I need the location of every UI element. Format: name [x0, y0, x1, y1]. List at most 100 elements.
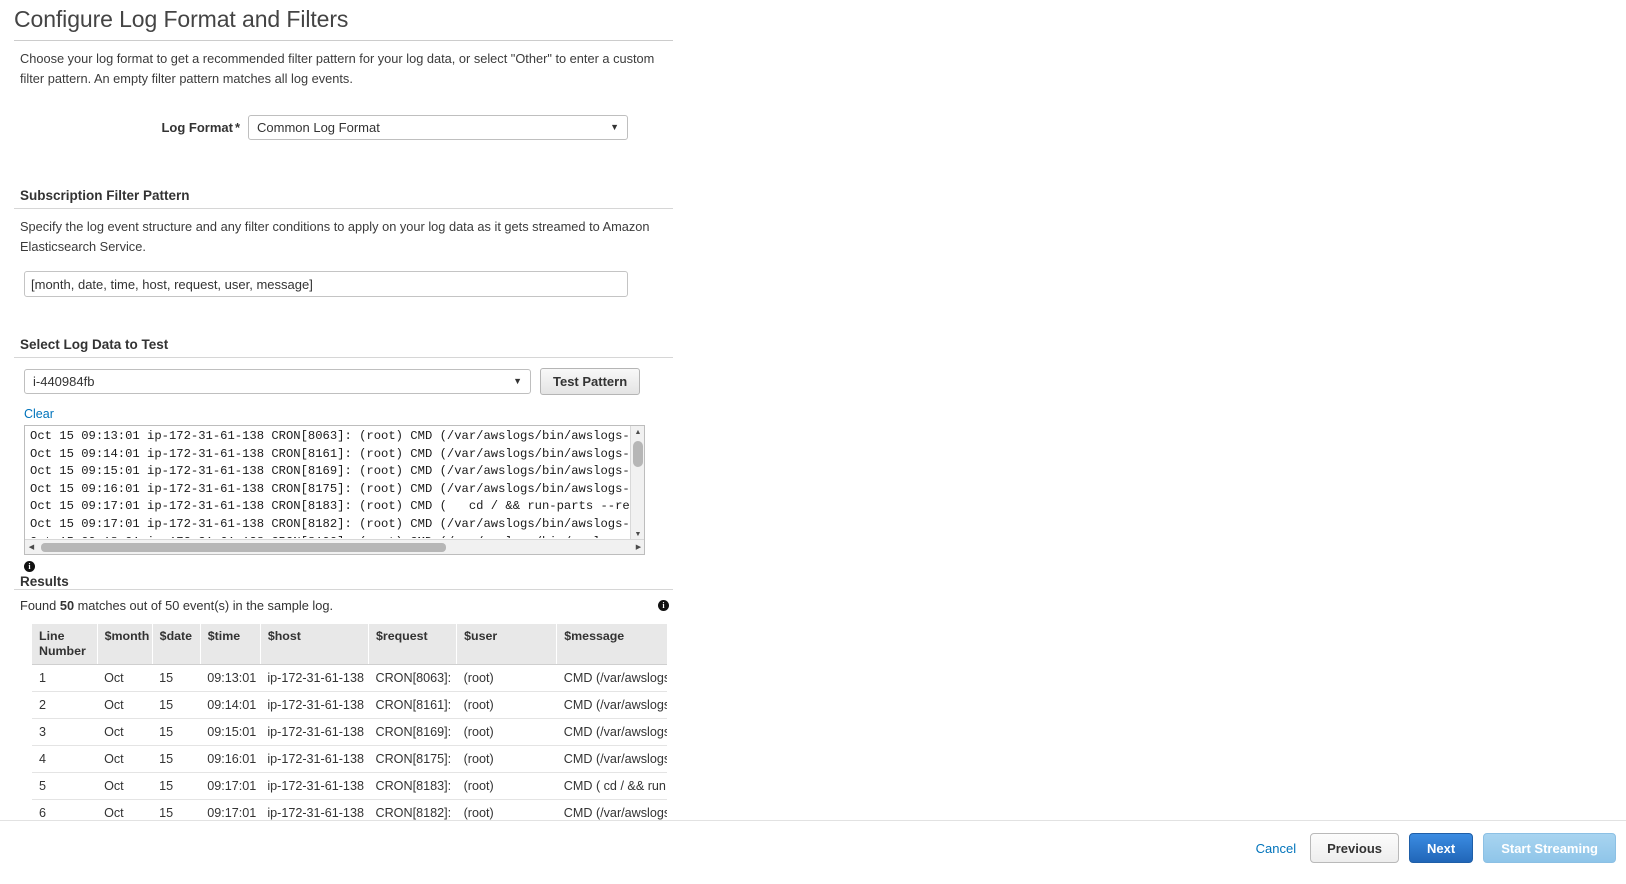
- found-prefix: Found: [20, 598, 60, 613]
- results-table: Line Number $month $date $time $host $re…: [32, 624, 667, 851]
- cell-message: CMD (/var/awslogs: [556, 718, 667, 746]
- column-header-host[interactable]: $host: [260, 624, 369, 665]
- horizontal-scroll-thumb[interactable]: [41, 543, 446, 552]
- log-format-label: Log Format *: [20, 120, 248, 135]
- cell-line: 3: [32, 718, 98, 746]
- cell-host: ip-172-31-61-138: [260, 691, 369, 719]
- results-table-container: Line Number $month $date $time $host $re…: [10, 613, 680, 851]
- vertical-scroll-thumb[interactable]: [633, 441, 643, 467]
- filter-pattern-input[interactable]: [month, date, time, host, request, user,…: [24, 271, 628, 297]
- footer-bar: Cancel Previous Next Start Streaming: [0, 820, 1626, 884]
- page-title: Configure Log Format and Filters: [14, 6, 349, 32]
- log-sample-info-row: i: [24, 558, 660, 573]
- column-header-date[interactable]: $date: [152, 624, 201, 665]
- column-header-line-number[interactable]: Line Number: [32, 624, 98, 665]
- cell-date: 15: [152, 772, 201, 800]
- cell-message: CMD (/var/awslogs: [556, 745, 667, 773]
- log-vertical-scrollbar[interactable]: ▲ ▼: [630, 426, 644, 541]
- cell-host: ip-172-31-61-138: [260, 664, 369, 692]
- results-heading-row: Results: [20, 574, 660, 589]
- info-icon[interactable]: i: [24, 561, 35, 573]
- table-row: 5 Oct 15 09:17:01 ip-172-31-61-138 CRON[8183]…: [32, 772, 667, 800]
- test-controls-row: i-440984fb ▼ Test Pattern: [24, 368, 660, 395]
- log-horizontal-scrollbar[interactable]: ◀ ▶: [25, 539, 644, 554]
- log-format-select[interactable]: Common Log Format ▼: [248, 115, 628, 140]
- log-format-label-text: Log Format: [161, 120, 233, 135]
- title-divider: [14, 40, 673, 41]
- configure-log-format-page: Configure Log Format and Filters Choose …: [0, 6, 1626, 884]
- cell-month: Oct: [97, 772, 153, 800]
- cell-message: CMD (/var/awslogs: [556, 691, 667, 719]
- cell-user: (root): [456, 718, 557, 746]
- log-format-row: Log Format * Common Log Format ▼: [10, 115, 660, 140]
- cell-request: CRON[8063]:: [368, 664, 457, 692]
- log-sample-text: Oct 15 09:13:01 ip-172-31-61-138 CRON[80…: [30, 429, 630, 538]
- cell-request: CRON[8161]:: [368, 691, 457, 719]
- cell-line: 2: [32, 691, 98, 719]
- cell-user: (root): [456, 664, 557, 692]
- table-row: 1 Oct 15 09:13:01 ip-172-31-61-138 CRON[8063]…: [32, 664, 667, 692]
- chevron-down-icon: ▼: [513, 376, 522, 386]
- scroll-up-arrow-icon[interactable]: ▲: [631, 426, 644, 439]
- start-streaming-button: Start Streaming: [1483, 833, 1616, 863]
- cell-month: Oct: [97, 745, 153, 773]
- clear-link[interactable]: Clear: [24, 407, 54, 421]
- main-content: Configure Log Format and Filters Choose …: [0, 6, 673, 851]
- log-stream-selected-value: i-440984fb: [33, 374, 95, 389]
- table-row: 3 Oct 15 09:15:01 ip-172-31-61-138 CRON[8169]…: [32, 718, 667, 746]
- select-log-data-heading: Select Log Data to Test: [20, 337, 169, 352]
- cell-host: ip-172-31-61-138: [260, 745, 369, 773]
- subscription-filter-heading: Subscription Filter Pattern: [20, 188, 190, 203]
- cell-date: 15: [152, 664, 201, 692]
- cell-date: 15: [152, 691, 201, 719]
- table-header-row: Line Number $month $date $time $host $re…: [32, 624, 667, 665]
- chevron-down-icon: ▼: [610, 122, 619, 132]
- scroll-left-arrow-icon[interactable]: ◀: [25, 540, 38, 554]
- log-format-selected-value: Common Log Format: [257, 120, 380, 135]
- cell-request: CRON[8169]:: [368, 718, 457, 746]
- table-row: 4 Oct 15 09:16:01 ip-172-31-61-138 CRON[8175]…: [32, 745, 667, 773]
- next-button[interactable]: Next: [1409, 833, 1474, 863]
- test-pattern-button[interactable]: Test Pattern: [540, 368, 641, 395]
- required-marker: *: [234, 120, 240, 135]
- cell-request: CRON[8175]:: [368, 745, 457, 773]
- column-header-user[interactable]: $user: [456, 624, 558, 665]
- filter-pattern-value: [month, date, time, host, request, user,…: [31, 276, 313, 292]
- column-header-month[interactable]: $month: [97, 624, 153, 665]
- cell-date: 15: [152, 718, 201, 746]
- cell-month: Oct: [97, 664, 153, 692]
- cell-host: ip-172-31-61-138: [260, 718, 369, 746]
- results-summary-text: Found 50 matches out of 50 event(s) in t…: [20, 598, 333, 613]
- info-icon[interactable]: i: [658, 600, 669, 611]
- found-suffix: matches out of 50 event(s) in the sample…: [74, 598, 333, 613]
- cell-month: Oct: [97, 691, 153, 719]
- cell-time: 09:14:01: [200, 691, 261, 719]
- cell-host: ip-172-31-61-138: [260, 772, 369, 800]
- cell-month: Oct: [97, 718, 153, 746]
- cell-line: 5: [32, 772, 98, 800]
- previous-button[interactable]: Previous: [1310, 833, 1399, 863]
- column-header-request[interactable]: $request: [368, 624, 458, 665]
- cell-user: (root): [456, 772, 557, 800]
- footer-actions: Cancel Previous Next Start Streaming: [1256, 833, 1616, 863]
- cell-request: CRON[8183]:: [368, 772, 457, 800]
- table-row: 2 Oct 15 09:14:01 ip-172-31-61-138 CRON[8161]…: [32, 691, 667, 719]
- cancel-button[interactable]: Cancel: [1256, 841, 1296, 856]
- cell-line: 1: [32, 664, 98, 692]
- page-description: Choose your log format to get a recommen…: [20, 51, 655, 86]
- scroll-right-arrow-icon[interactable]: ▶: [632, 540, 644, 554]
- cell-message: CMD (/var/awslogs: [556, 664, 667, 692]
- cell-time: 09:15:01: [200, 718, 261, 746]
- cell-user: (root): [456, 691, 557, 719]
- cell-time: 09:13:01: [200, 664, 261, 692]
- cell-time: 09:17:01: [200, 772, 261, 800]
- log-sample-textarea[interactable]: Oct 15 09:13:01 ip-172-31-61-138 CRON[80…: [24, 425, 645, 555]
- results-divider: [14, 589, 673, 590]
- cell-time: 09:16:01: [200, 745, 261, 773]
- subscription-filter-divider: [14, 208, 673, 209]
- cell-message: CMD ( cd / && run: [556, 772, 667, 800]
- column-header-message[interactable]: $message: [556, 624, 667, 665]
- results-table-head: Line Number $month $date $time $host $re…: [32, 624, 667, 665]
- log-stream-select[interactable]: i-440984fb ▼: [24, 369, 531, 394]
- column-header-time[interactable]: $time: [200, 624, 261, 665]
